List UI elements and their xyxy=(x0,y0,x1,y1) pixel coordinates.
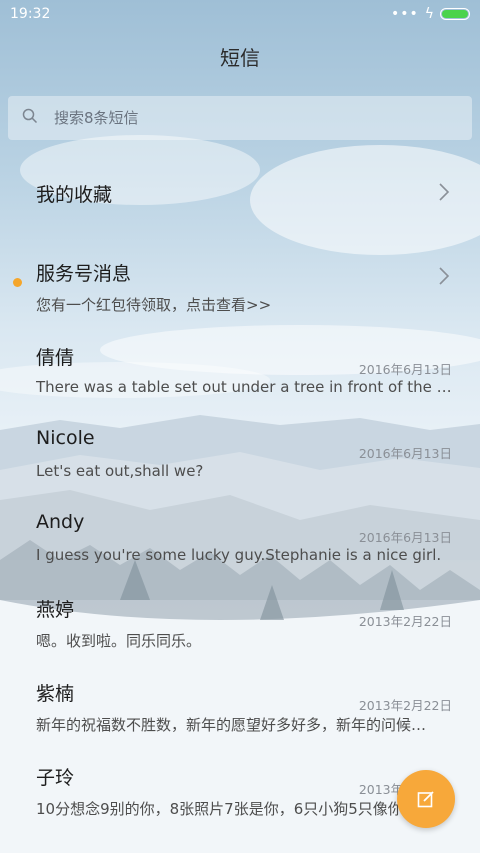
conversation-name: Andy xyxy=(36,511,85,533)
status-bar: 19:32 ••• ϟ xyxy=(0,0,480,28)
conversation-preview: 嗯。收到啦。同乐同乐。 xyxy=(36,632,202,650)
conversation-date: 2016年6月13日 xyxy=(358,362,452,377)
conversation-preview: There was a table set out under a tree i… xyxy=(36,378,452,396)
battery-icon xyxy=(440,8,470,20)
list-item[interactable]: Nicole 2016年6月13日 Let's eat out,shall we… xyxy=(0,400,480,484)
conversation-preview: I guess you're some lucky guy.Stephanie … xyxy=(36,546,442,564)
conversation-name: 燕婷 xyxy=(36,599,75,621)
conversation-name: Nicole xyxy=(36,427,95,449)
signal-dots-icon: ••• xyxy=(390,6,419,22)
chevron-right-icon xyxy=(439,183,450,201)
conversation-date: 2013年2月22日 xyxy=(358,698,452,713)
conversation-name: 我的收藏 xyxy=(36,184,113,206)
conversation-name: 服务号消息 xyxy=(36,263,132,285)
conversation-name: 倩倩 xyxy=(36,347,75,369)
chevron-right-icon xyxy=(439,267,450,285)
conversation-date: 2016年6月13日 xyxy=(358,446,452,461)
list-item[interactable]: Andy 2016年6月13日 I guess you're some luck… xyxy=(0,484,480,568)
conversation-preview: Let's eat out,shall we? xyxy=(36,462,204,480)
compose-icon xyxy=(417,791,434,808)
unread-dot xyxy=(13,278,22,287)
conversation-preview: 您有一个红包待领取，点击查看>> xyxy=(36,296,272,314)
conversation-date: 2016年6月13日 xyxy=(358,530,452,545)
search-icon xyxy=(22,108,38,128)
page-title: 短信 xyxy=(220,46,260,70)
status-time: 19:32 xyxy=(10,6,51,22)
list-item[interactable]: 燕婷 2013年2月22日 嗯。收到啦。同乐同乐。 xyxy=(0,568,480,652)
search-bar[interactable] xyxy=(8,96,472,140)
search-input[interactable] xyxy=(52,108,456,128)
list-item-service[interactable]: 服务号消息 您有一个红包待领取，点击查看>> xyxy=(0,232,480,316)
charging-icon: ϟ xyxy=(424,6,434,22)
status-icons: ••• ϟ xyxy=(391,6,470,22)
conversation-name: 子玲 xyxy=(36,767,75,789)
conversation-preview: 新年的祝福数不胜数，新年的愿望好多好多，新年的问候… xyxy=(36,716,427,734)
list-item-favorites[interactable]: 我的收藏 xyxy=(0,148,480,232)
conversation-date: 2013年2月22日 xyxy=(358,614,452,629)
conversation-preview: 10分想念9别的你，8张照片7张是你，6只小狗5只像你… xyxy=(36,800,418,818)
list-item[interactable]: 紫楠 2013年2月22日 新年的祝福数不胜数，新年的愿望好多好多，新年的问候… xyxy=(0,652,480,736)
conversation-name: 紫楠 xyxy=(36,683,75,705)
conversation-list: 我的收藏 服务号消息 您有一个红包待领取，点击查看>> 倩倩 2016年6月13… xyxy=(0,148,480,820)
compose-button[interactable] xyxy=(397,770,455,828)
list-item[interactable]: 倩倩 2016年6月13日 There was a table set out … xyxy=(0,316,480,400)
